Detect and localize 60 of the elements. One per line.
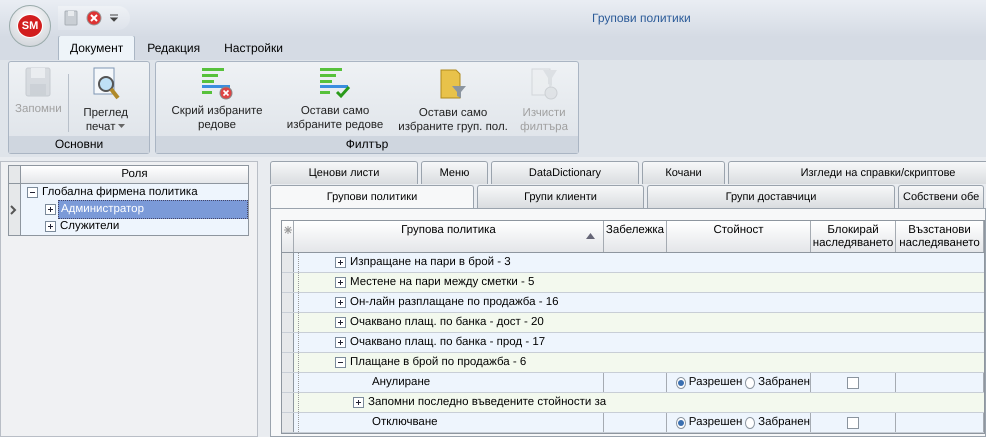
app-button[interactable]: SM (9, 5, 51, 47)
filter-clear-icon (529, 66, 560, 102)
tab[interactable]: Ценови листи (270, 161, 418, 184)
collapse-icon[interactable] (335, 357, 346, 368)
list-check-icon (318, 66, 352, 100)
tab[interactable]: Кочани (642, 161, 725, 184)
tab[interactable]: Групи клиенти (477, 185, 644, 208)
setting-label: Анулиране (371, 374, 430, 390)
dropdown-icon[interactable] (110, 14, 118, 22)
expand-icon[interactable] (353, 397, 364, 408)
radio-button[interactable] (676, 416, 686, 428)
window-title: Групови политики (592, 10, 691, 27)
radio-label[interactable]: Разрешен (688, 374, 742, 392)
list-remove-icon (200, 66, 234, 100)
radio-label[interactable]: Разрешен (688, 414, 742, 432)
checkbox[interactable] (847, 376, 859, 388)
expand-icon[interactable] (45, 221, 56, 232)
save-icon[interactable] (64, 10, 78, 26)
ribbon-button[interactable]: Преглед печат (70, 64, 141, 136)
expand-icon[interactable] (45, 204, 56, 215)
radio-label[interactable]: Забранен (758, 414, 810, 432)
floppy-icon (24, 66, 52, 98)
ribbon-button[interactable]: Остави само избраните груп. пол. (394, 64, 512, 136)
expand-icon[interactable] (335, 297, 346, 308)
group-label: Филтър (156, 136, 578, 153)
ribbon-tab[interactable]: Редакция (135, 35, 212, 60)
row-pointer-icon (9, 204, 17, 214)
setting-label: Отключване (371, 414, 438, 430)
expand-icon[interactable] (335, 257, 346, 268)
expand-icon[interactable] (335, 337, 346, 348)
sort-icon (586, 233, 595, 239)
ribbon-button[interactable]: Скрий избраните редове (158, 64, 276, 134)
close-icon[interactable] (86, 10, 102, 26)
tab[interactable]: Групи доставчици (647, 185, 895, 208)
column-header[interactable]: Забележка (604, 221, 667, 252)
tab[interactable]: Изгледи на справки/скриптове (728, 161, 986, 184)
tab[interactable]: Меню (421, 161, 488, 184)
new-row-icon (284, 226, 292, 234)
ribbon-tab[interactable]: Документ (58, 35, 136, 60)
expand-icon[interactable] (335, 277, 346, 288)
radio-button[interactable] (745, 416, 756, 428)
ribbon-button[interactable]: Остави само избраните редове (276, 64, 394, 134)
column-header[interactable]: Групова политика (294, 221, 604, 252)
radio-button[interactable] (745, 376, 756, 388)
checkbox[interactable] (847, 416, 859, 428)
group-label: Основни (9, 136, 149, 153)
tab[interactable]: Собствени обе (898, 185, 984, 208)
ribbon-tab[interactable]: Настройки (212, 35, 295, 60)
dropdown-icon (118, 124, 126, 130)
column-header[interactable]: Възстанови наследяването (896, 221, 984, 252)
tab[interactable]: DataDictionary (491, 161, 639, 184)
collapse-icon[interactable] (27, 187, 38, 198)
column-header[interactable]: Блокирай наследяването (811, 221, 896, 252)
expand-icon[interactable] (335, 317, 346, 328)
document-magnifier-icon (90, 66, 121, 102)
radio-label[interactable]: Забранен (758, 374, 810, 392)
tab[interactable]: Групови политики (270, 185, 474, 208)
column-header[interactable]: Стойност (667, 221, 811, 252)
radio-button[interactable] (676, 376, 686, 388)
column-header[interactable]: Роля (21, 166, 248, 183)
